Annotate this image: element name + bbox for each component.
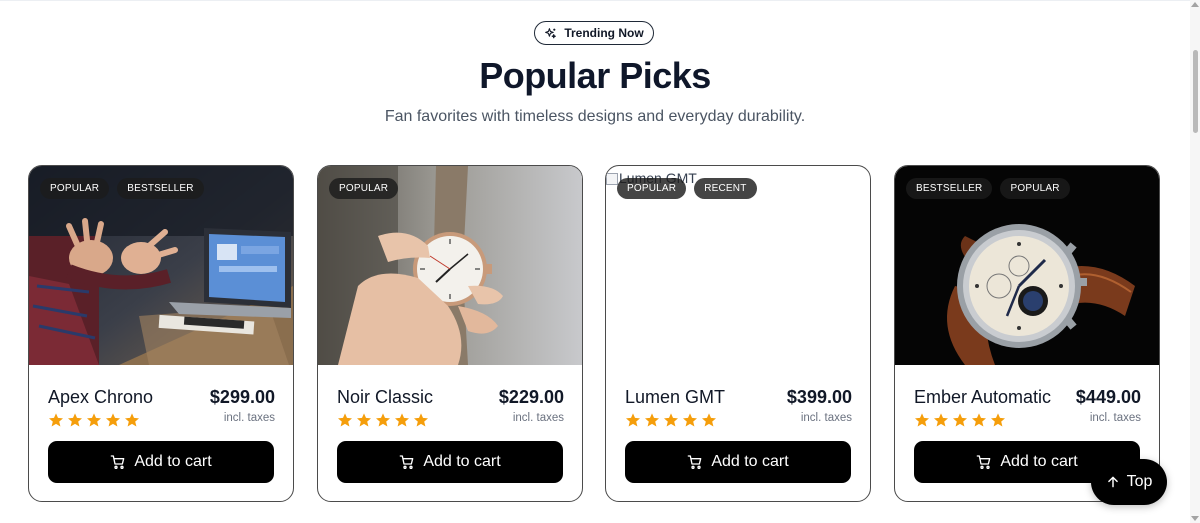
product-card-noir-classic: POPULAR Noir Classic $229.00 incl. taxes… [317, 165, 583, 502]
product-name[interactable]: Lumen GMT [625, 387, 725, 408]
scroll-thumb[interactable] [1193, 50, 1198, 133]
add-to-cart-button[interactable]: Add to cart [625, 441, 851, 483]
star-icon [376, 413, 390, 427]
sparkles-icon [545, 27, 557, 38]
add-to-cart-label: Add to cart [1000, 453, 1078, 470]
star-icon [683, 413, 697, 427]
add-to-cart-button[interactable]: Add to cart [48, 441, 274, 483]
star-icon [934, 413, 948, 427]
trending-pill: Trending Now [534, 21, 654, 45]
tax-note: incl. taxes [512, 412, 564, 424]
rating-stars [337, 412, 429, 428]
add-to-cart-button[interactable]: Add to cart [337, 441, 563, 483]
badge-group: POPULAR BESTSELLER [40, 178, 204, 199]
star-icon [953, 413, 967, 427]
star-icon [338, 413, 352, 427]
badge-popular: POPULAR [329, 178, 399, 199]
page-scrollbar[interactable] [1190, 0, 1200, 523]
product-card-apex-chrono: POPULAR BESTSELLER Apex Chrono $299.00 i… [28, 165, 294, 502]
star-icon [395, 413, 409, 427]
product-price: $399.00 [786, 387, 852, 407]
scroll-down-arrow-icon[interactable] [1191, 516, 1199, 521]
star-icon [49, 413, 63, 427]
badge-group: BESTSELLER POPULAR [906, 178, 1070, 199]
cart-icon [976, 455, 991, 469]
cart-icon [399, 455, 414, 469]
trending-label: Trending Now [564, 26, 644, 40]
product-price: $299.00 [209, 387, 275, 407]
page-title: Popular Picks [479, 55, 711, 96]
product-card-lumen-gmt: Lumen GMT POPULAR RECENT Lumen GMT $399.… [605, 165, 871, 502]
rating-stars [914, 412, 1006, 428]
cart-icon [687, 455, 702, 469]
add-to-cart-label: Add to cart [711, 453, 789, 470]
product-image[interactable]: POPULAR [318, 166, 582, 365]
star-icon [915, 413, 929, 427]
product-name[interactable]: Noir Classic [337, 387, 433, 408]
product-price: $449.00 [1075, 387, 1141, 407]
badge-popular: POPULAR [40, 178, 110, 199]
product-image[interactable]: POPULAR BESTSELLER [29, 166, 293, 365]
badge-popular: POPULAR [1000, 178, 1070, 199]
cart-icon [110, 455, 125, 469]
star-icon [702, 413, 716, 427]
rating-stars [48, 412, 140, 428]
back-to-top-button[interactable]: Top [1091, 459, 1167, 505]
product-image[interactable]: BESTSELLER POPULAR [895, 166, 1159, 365]
badge-bestseller: BESTSELLER [117, 178, 204, 199]
star-icon [414, 413, 428, 427]
product-name[interactable]: Apex Chrono [48, 387, 153, 408]
star-icon [357, 413, 371, 427]
star-icon [972, 413, 986, 427]
product-image[interactable]: Lumen GMT POPULAR RECENT [606, 166, 870, 365]
add-to-cart-label: Add to cart [423, 453, 501, 470]
badge-popular: POPULAR [617, 178, 687, 199]
star-icon [68, 413, 82, 427]
star-icon [664, 413, 678, 427]
badge-group: POPULAR [329, 178, 399, 199]
tax-note: incl. taxes [800, 412, 852, 424]
star-icon [991, 413, 1005, 427]
add-to-cart-label: Add to cart [134, 453, 212, 470]
tax-note: incl. taxes [1089, 412, 1141, 424]
product-price: $229.00 [498, 387, 564, 407]
tax-note: incl. taxes [223, 412, 275, 424]
scroll-up-arrow-icon[interactable] [1191, 2, 1199, 7]
star-icon [106, 413, 120, 427]
badge-recent: RECENT [694, 178, 757, 199]
product-name[interactable]: Ember Automatic [914, 387, 1051, 408]
badge-bestseller: BESTSELLER [906, 178, 993, 199]
back-to-top-label: Top [1126, 473, 1153, 490]
star-icon [645, 413, 659, 427]
arrow-up-icon [1107, 476, 1118, 488]
star-icon [125, 413, 139, 427]
top-divider [0, 0, 1190, 1]
star-icon [626, 413, 640, 427]
page-subtitle: Fan favorites with timeless designs and … [384, 108, 806, 125]
product-card-ember-automatic: BESTSELLER POPULAR Ember Automatic $449.… [894, 165, 1160, 502]
badge-group: POPULAR RECENT [617, 178, 757, 199]
star-icon [87, 413, 101, 427]
rating-stars [625, 412, 717, 428]
